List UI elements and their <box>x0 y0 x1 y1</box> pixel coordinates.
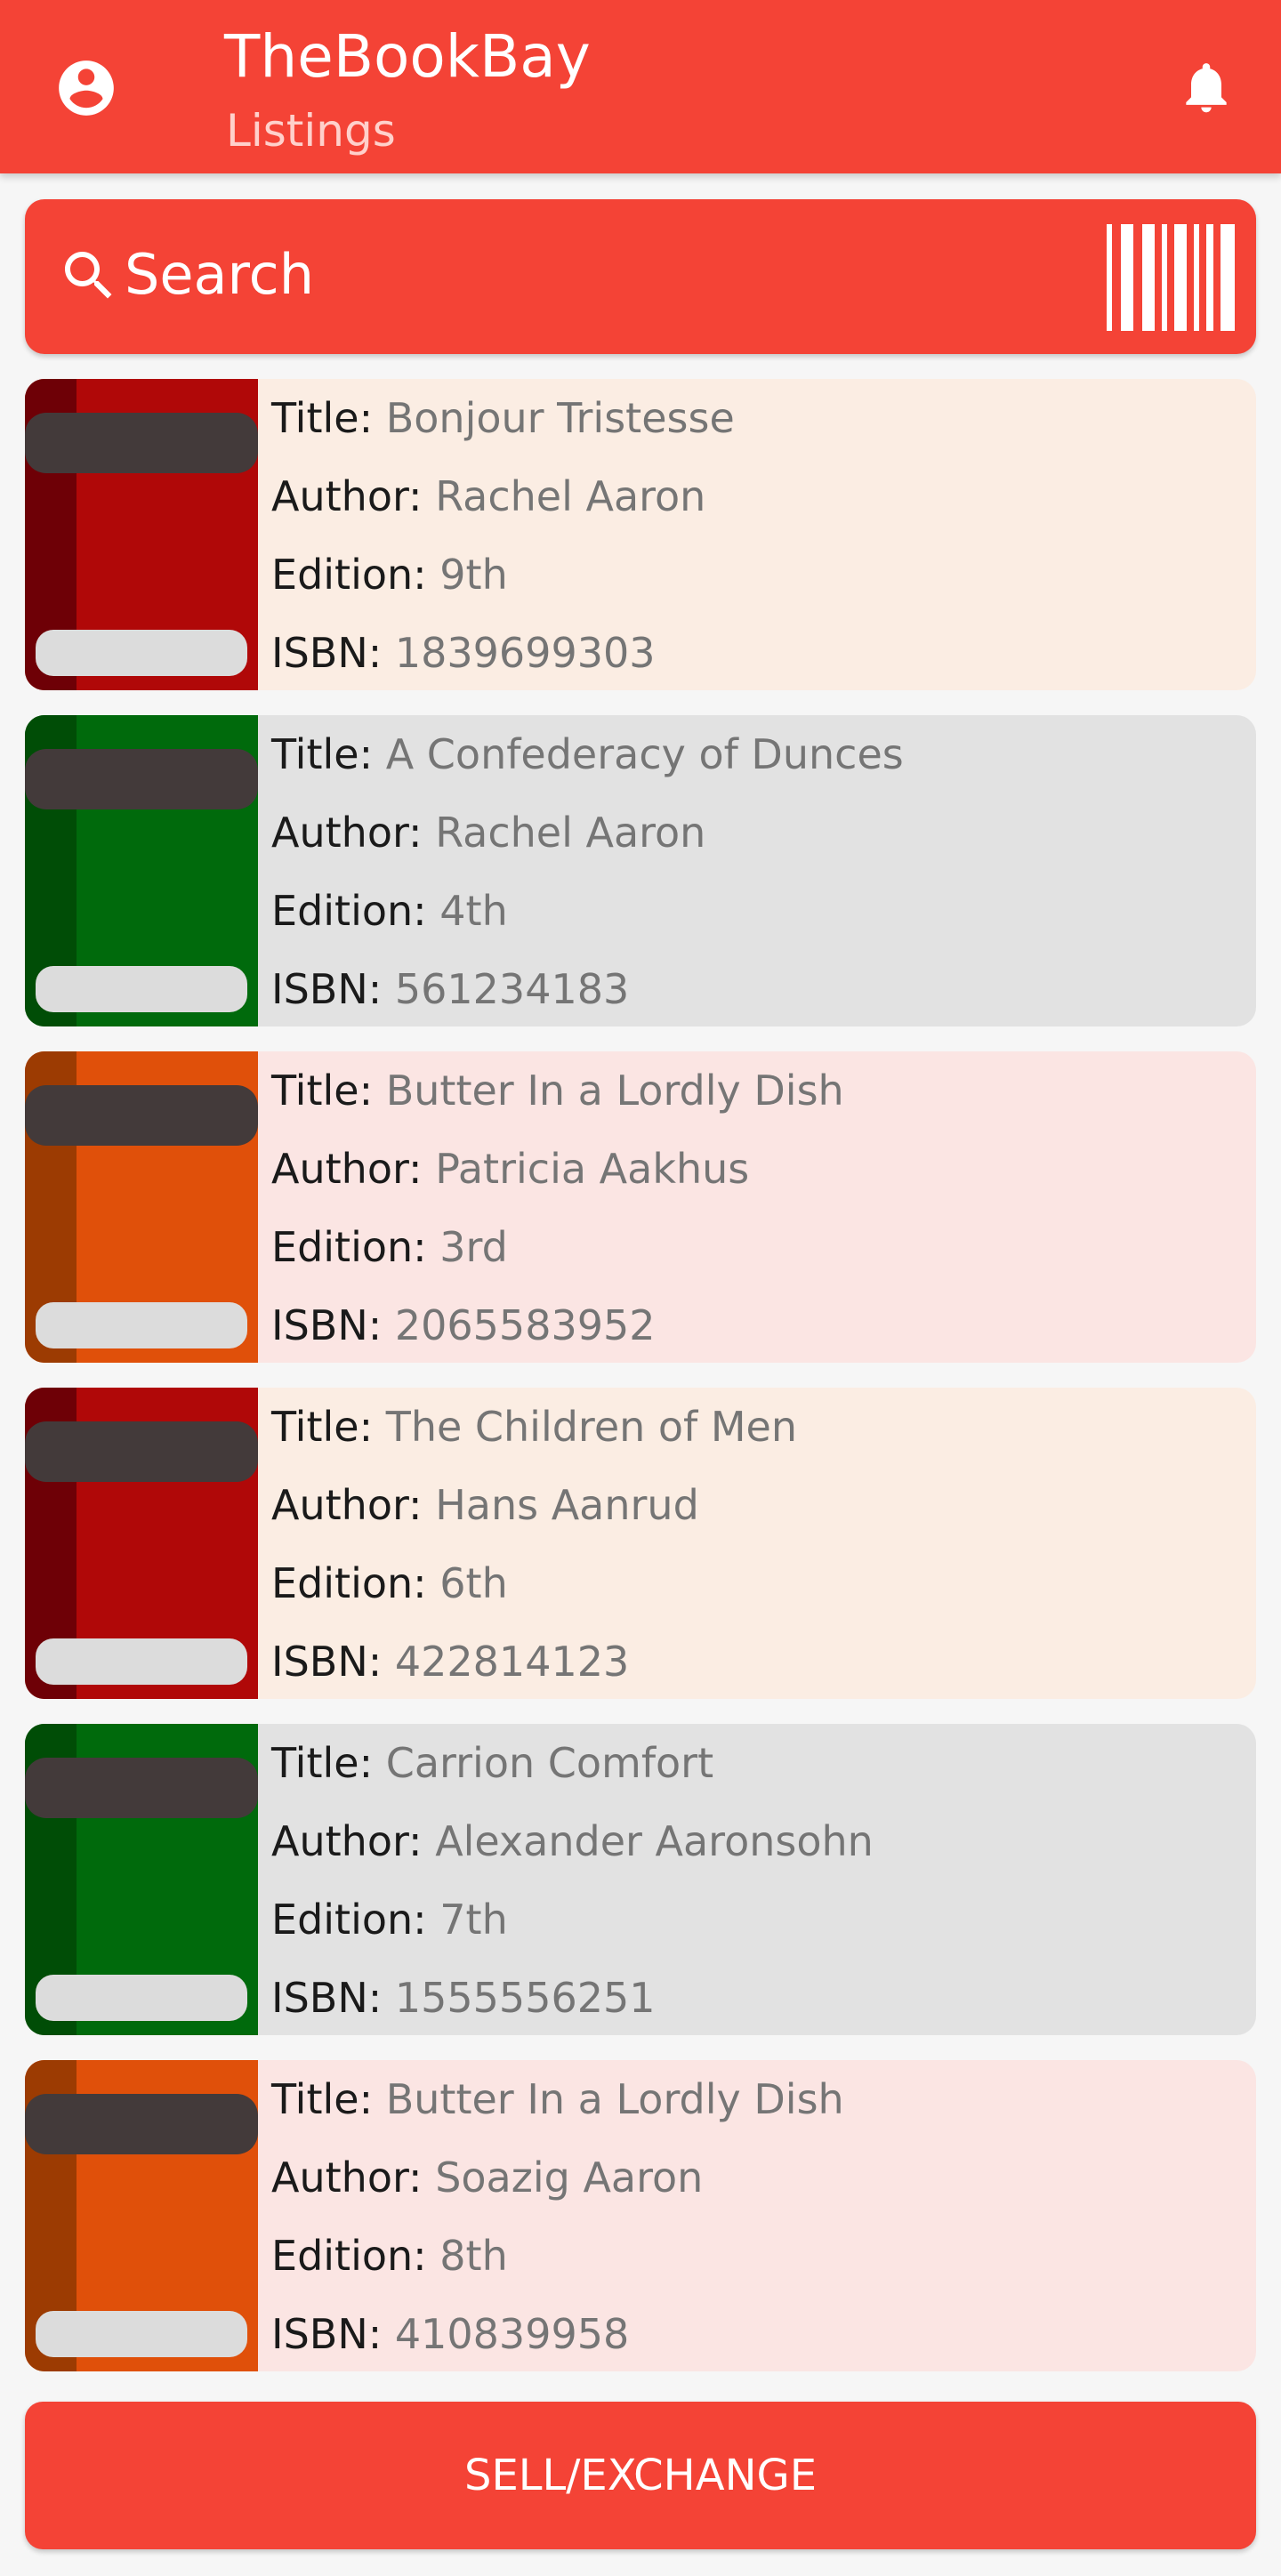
book-edition: 8th <box>439 2232 508 2280</box>
title-label: Title: <box>271 394 374 442</box>
edition-label: Edition: <box>271 2232 427 2280</box>
sell-exchange-button[interactable]: SELL/EXCHANGE <box>25 2402 1256 2549</box>
search-bar[interactable]: Search <box>25 199 1256 354</box>
book-isbn: 561234183 <box>394 965 630 1013</box>
listing-card[interactable]: Title: Bonjour Tristesse Author: Rachel … <box>25 379 1256 690</box>
book-isbn: 2065583952 <box>394 1301 656 1349</box>
book-edition: 7th <box>439 1896 508 1944</box>
book-author: Patricia Aakhus <box>435 1145 750 1193</box>
isbn-label: ISBN: <box>271 1974 383 2022</box>
book-author: Soazig Aaron <box>435 2153 704 2202</box>
app-title: TheBookBay <box>224 22 591 91</box>
book-isbn: 1555556251 <box>394 1974 656 2022</box>
book-author: Rachel Aaron <box>435 472 706 520</box>
bell-icon[interactable] <box>1176 52 1237 123</box>
book-edition: 3rd <box>439 1223 508 1271</box>
listing-card[interactable]: Title: A Confederacy of Dunces Author: R… <box>25 715 1256 1026</box>
title-label: Title: <box>271 1403 374 1451</box>
isbn-label: ISBN: <box>271 2310 383 2358</box>
author-label: Author: <box>271 2153 423 2202</box>
author-label: Author: <box>271 1145 423 1193</box>
isbn-label: ISBN: <box>271 1301 383 1349</box>
author-label: Author: <box>271 472 423 520</box>
book-author: Alexander Aaronsohn <box>435 1817 874 1865</box>
book-title: Butter In a Lordly Dish <box>385 1067 844 1115</box>
isbn-label: ISBN: <box>271 629 383 677</box>
title-label: Title: <box>271 730 374 778</box>
book-icon <box>25 715 258 1026</box>
isbn-label: ISBN: <box>271 1638 383 1686</box>
listing-card[interactable]: Title: The Children of Men Author: Hans … <box>25 1388 1256 1699</box>
book-icon <box>25 1388 258 1699</box>
edition-label: Edition: <box>271 1559 427 1607</box>
listing-card[interactable]: Title: Butter In a Lordly Dish Author: S… <box>25 2060 1256 2371</box>
book-icon <box>25 1724 258 2035</box>
title-label: Title: <box>271 1067 374 1115</box>
author-label: Author: <box>271 1817 423 1865</box>
page-subtitle: Listings <box>226 105 396 157</box>
book-author: Hans Aanrud <box>435 1481 699 1529</box>
app-bar: TheBookBay Listings <box>0 0 1281 173</box>
edition-label: Edition: <box>271 887 427 935</box>
book-title: The Children of Men <box>385 1403 798 1451</box>
book-title: Bonjour Tristesse <box>385 394 735 442</box>
book-title: Carrion Comfort <box>385 1739 714 1787</box>
title-label: Title: <box>271 1739 374 1787</box>
author-label: Author: <box>271 809 423 857</box>
book-isbn: 1839699303 <box>394 629 656 677</box>
book-title: Butter In a Lordly Dish <box>385 2075 844 2123</box>
listing-card[interactable]: Title: Butter In a Lordly Dish Author: P… <box>25 1051 1256 1363</box>
isbn-label: ISBN: <box>271 965 383 1013</box>
listing-card[interactable]: Title: Carrion Comfort Author: Alexander… <box>25 1724 1256 2035</box>
edition-label: Edition: <box>271 551 427 599</box>
book-icon <box>25 379 258 690</box>
account-circle-icon[interactable] <box>53 55 119 121</box>
barcode-icon[interactable] <box>1105 224 1237 331</box>
title-label: Title: <box>271 2075 374 2123</box>
author-label: Author: <box>271 1481 423 1529</box>
edition-label: Edition: <box>271 1896 427 1944</box>
book-title: A Confederacy of Dunces <box>385 730 904 778</box>
book-isbn: 422814123 <box>394 1638 630 1686</box>
book-author: Rachel Aaron <box>435 809 706 857</box>
book-icon <box>25 1051 258 1363</box>
search-label: Search <box>125 242 315 307</box>
search-icon <box>65 252 112 299</box>
book-edition: 6th <box>439 1559 508 1607</box>
book-edition: 4th <box>439 887 508 935</box>
edition-label: Edition: <box>271 1223 427 1271</box>
book-icon <box>25 2060 258 2371</box>
book-isbn: 410839958 <box>394 2310 630 2358</box>
book-edition: 9th <box>439 551 508 599</box>
